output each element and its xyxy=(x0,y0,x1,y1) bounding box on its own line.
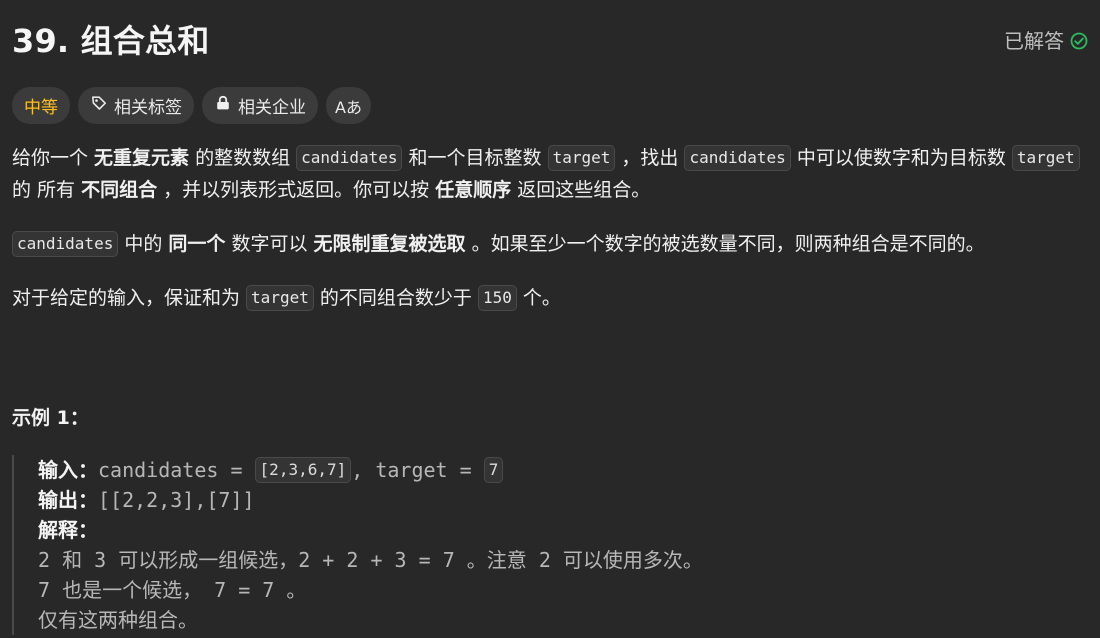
description-bold-text: 不同组合 xyxy=(81,179,158,201)
description-bold-text: 无限制重复被选取 xyxy=(313,233,466,255)
problem-header: 39. 组合总和 已解答 xyxy=(12,18,1088,64)
inline-code: target xyxy=(547,145,616,171)
example-block: 输入：candidates = [2,3,6,7], target = 7 输出… xyxy=(12,455,772,635)
example-input-label: 输入： xyxy=(38,458,98,482)
description-text: 给你一个 xyxy=(12,147,95,169)
description-paragraph-3: 对于给定的输入，保证和为 target 的不同组合数少于 150 个。 xyxy=(12,282,1090,314)
problem-title: 39. 组合总和 xyxy=(12,22,210,60)
description-paragraph-1: 给你一个 无重复元素 的整数数组 candidates 和一个目标整数 targ… xyxy=(12,142,1090,206)
example-output-label: 输出： xyxy=(38,488,98,512)
inline-code: target xyxy=(246,285,314,311)
example-input-prefix: candidates = xyxy=(98,458,255,482)
example-input-line: 输入：candidates = [2,3,6,7], target = 7 xyxy=(38,455,772,485)
inline-code: 150 xyxy=(477,285,517,311)
difficulty-label: 中等 xyxy=(24,98,58,118)
description-bold-text: 任意顺序 xyxy=(435,179,512,201)
problem-description: 给你一个 无重复元素 的整数数组 candidates 和一个目标整数 targ… xyxy=(12,142,1090,314)
example-explanation-line: 仅有这两种组合。 xyxy=(38,608,198,632)
description-text: 和一个目标整数 xyxy=(402,147,548,169)
solved-status: 已解答 xyxy=(1004,26,1088,56)
related-tags-button[interactable]: 相关标签 xyxy=(78,87,194,124)
description-text: 中可以使数字和为目标数 xyxy=(790,147,1012,169)
lock-icon xyxy=(214,94,232,117)
difficulty-badge[interactable]: 中等 xyxy=(12,87,70,124)
example-input-mid: , target = xyxy=(351,458,484,482)
problem-tags: 中等 相关标签 相关企业 Aあ xyxy=(12,87,371,124)
example-explanation-line: 2 和 3 可以形成一组候选，2 + 2 + 3 = 7 。注意 2 可以使用多… xyxy=(38,548,703,572)
description-text: 的整数数组 xyxy=(189,147,297,169)
related-companies-label: 相关企业 xyxy=(238,98,306,118)
description-bold-text: 同一个 xyxy=(168,233,226,255)
example-input-target: 7 xyxy=(483,457,504,483)
example-output-value: [[2,2,3],[7]] xyxy=(98,488,255,512)
inline-code: candidates xyxy=(12,231,119,257)
description-text: 个。 xyxy=(516,287,561,309)
description-text: 对于给定的输入，保证和为 xyxy=(12,287,247,309)
related-companies-button[interactable]: 相关企业 xyxy=(202,87,318,124)
description-text: 数字可以 xyxy=(225,233,314,255)
check-circle-icon xyxy=(1070,32,1088,50)
example-title: 示例 1： xyxy=(12,407,89,429)
description-text: 返回这些组合。 xyxy=(511,179,651,201)
inline-code: target xyxy=(1011,145,1080,171)
example-explanation-line: 7 也是一个候选， 7 = 7 。 xyxy=(38,578,307,602)
tag-icon xyxy=(90,94,108,117)
inline-code: candidates xyxy=(684,145,791,171)
problem-page: 39. 组合总和 已解答 中等 相关标签 相关企业 Aあ 给你一个 无重复元素 … xyxy=(0,0,1100,638)
description-text: ，并以列表形式返回。你可以按 xyxy=(157,179,436,201)
description-text: 的不同组合数少于 xyxy=(313,287,478,309)
description-text: 中的 xyxy=(118,233,169,255)
inline-code: candidates xyxy=(296,145,403,171)
related-tags-label: 相关标签 xyxy=(114,98,182,118)
example-output-line: 输出：[[2,2,3],[7]] xyxy=(38,485,772,515)
example-explanation-label-line: 解释： xyxy=(38,515,772,545)
description-text: 的 所有 xyxy=(12,179,82,201)
translate-button[interactable]: Aあ xyxy=(326,87,371,124)
description-paragraph-2: candidates 中的 同一个 数字可以 无限制重复被选取 。如果至少一个数… xyxy=(12,228,1090,260)
description-text: ，找出 xyxy=(615,147,685,169)
example-explanation-label: 解释： xyxy=(38,518,98,542)
example-input-array: [2,3,6,7] xyxy=(254,457,352,483)
description-bold-text: 无重复元素 xyxy=(94,147,190,169)
description-text: 。如果至少一个数字的被选数量不同，则两种组合是不同的。 xyxy=(465,233,985,255)
translate-icon: Aあ xyxy=(335,97,362,117)
solved-status-label: 已解答 xyxy=(1004,29,1064,53)
